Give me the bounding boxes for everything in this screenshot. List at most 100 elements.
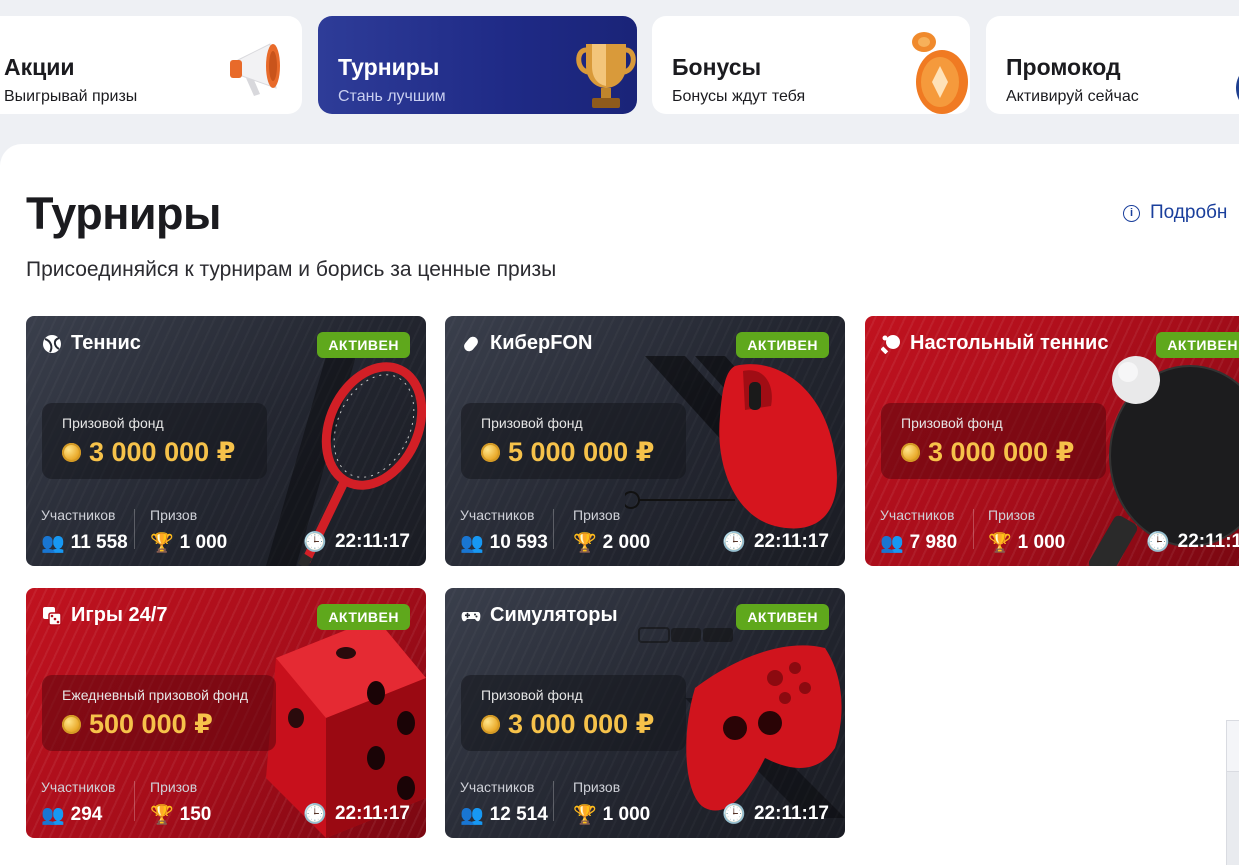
users-icon: 👥: [880, 533, 904, 554]
countdown-timer: 🕒 22:11:17: [722, 802, 829, 826]
prize-fund: Призовой фонд 3 000 000 ₽: [42, 403, 267, 479]
tournament-card-cyberfon[interactable]: КиберFON АКТИВЕН Призовой фонд 5 000 000…: [445, 316, 845, 566]
participants-count: 7 980: [909, 532, 958, 553]
participants-count: 12 514: [489, 804, 548, 825]
prize-fund-value: 3 000 000 ₽: [928, 437, 1075, 467]
status-badge: АКТИВЕН: [736, 332, 829, 358]
prize-fund-label: Призовой фонд: [62, 415, 164, 431]
megaphone-icon: [230, 43, 280, 96]
clock-icon: 🕒: [1146, 532, 1170, 553]
prizes-count: 1 000: [179, 532, 228, 553]
trophy-small-icon: 🏆: [573, 533, 597, 554]
page-subtitle: Присоединяйся к турнирам и борись за цен…: [26, 258, 557, 281]
category-subtitle: Бонусы ждут тебя: [672, 88, 806, 105]
category-title: Турниры: [338, 54, 440, 80]
divider: [553, 509, 554, 549]
category-title: Промокод: [1006, 54, 1121, 80]
participants-count: 294: [70, 804, 103, 825]
participants-count: 11 558: [70, 532, 128, 553]
tennis-ball-icon: [43, 334, 61, 353]
prizes-label: Призов: [988, 507, 1036, 523]
prizes-label: Призов: [573, 779, 621, 795]
category-title: Бонусы: [672, 54, 762, 80]
category-tournaments[interactable]: Турниры Стань лучшим: [318, 16, 637, 114]
timer-value: 22:11:17: [753, 531, 829, 552]
trophy-small-icon: 🏆: [150, 805, 174, 826]
trophy-small-icon: 🏆: [150, 533, 174, 554]
tournament-card-games-24-7[interactable]: Игры 24/7 АКТИВЕН Ежедневный призовой фо…: [26, 588, 426, 838]
scrollbar[interactable]: [1226, 720, 1239, 865]
category-promotions[interactable]: Акции Выигрывай призы: [0, 16, 302, 114]
participants-stat: Участников 👥 7 980: [880, 507, 957, 555]
prizes-label: Призов: [150, 779, 198, 795]
prizes-stat: Призов 🏆 1 000: [988, 507, 1065, 555]
details-link-label: Подробн: [1150, 202, 1228, 223]
tournament-card-table-tennis[interactable]: Настольный теннис АКТИВЕН Призовой фонд …: [865, 316, 1239, 566]
status-badge: АКТИВЕН: [317, 604, 410, 630]
prize-fund-value: 3 000 000 ₽: [508, 709, 655, 739]
clock-icon: 🕒: [303, 532, 327, 553]
details-link[interactable]: i Подробн: [1123, 202, 1227, 224]
card-title: Настольный теннис: [910, 332, 1109, 354]
prize-fund: Ежедневный призовой фонд 500 000 ₽: [42, 675, 276, 751]
prize-fund: Призовой фонд 5 000 000 ₽: [461, 403, 686, 479]
participants-label: Участников: [460, 507, 535, 523]
participants-count: 10 593: [489, 532, 548, 553]
prize-fund: Призовой фонд 3 000 000 ₽: [461, 675, 686, 751]
clock-icon: 🕒: [722, 804, 746, 825]
participants-label: Участников: [41, 507, 116, 523]
divider: [134, 781, 135, 821]
coin-icon: [62, 715, 81, 734]
prizes-count: 2 000: [602, 532, 651, 553]
participants-stat: Участников 👥 294: [41, 779, 115, 827]
countdown-timer: 🕒 22:11:17: [303, 802, 410, 826]
participants-label: Участников: [460, 779, 535, 795]
page-title: Турниры: [26, 188, 221, 239]
category-title: Акции: [4, 54, 75, 80]
card-title: Симуляторы: [490, 604, 618, 626]
status-badge: АКТИВЕН: [317, 332, 410, 358]
coin-icon: [912, 32, 968, 114]
prize-fund-value: 500 000 ₽: [89, 709, 213, 739]
gamepad-icon: [461, 611, 481, 621]
category-bonuses[interactable]: Бонусы Бонусы ждут тебя: [652, 16, 970, 114]
prize-fund-label: Призовой фонд: [901, 415, 1003, 431]
prize-fund-label: Призовой фонд: [481, 687, 583, 703]
prizes-label: Призов: [150, 507, 198, 523]
users-icon: 👥: [41, 533, 65, 554]
participants-label: Участников: [41, 779, 116, 795]
info-icon: i: [1123, 204, 1140, 222]
clock-icon: 🕒: [722, 532, 746, 553]
timer-value: 22:11:17: [753, 803, 829, 824]
clock-icon: 🕒: [303, 804, 327, 825]
ping-pong-icon: [881, 334, 900, 354]
timer-value: 22:11:17: [1177, 531, 1239, 552]
countdown-timer: 🕒 22:11:17: [303, 530, 410, 554]
prizes-stat: Призов 🏆 1 000: [573, 779, 650, 827]
status-badge: АКТИВЕН: [1156, 332, 1239, 358]
prizes-stat: Призов 🏆 150: [150, 779, 211, 827]
divider: [973, 509, 974, 549]
users-icon: 👥: [41, 805, 65, 826]
prizes-count: 150: [179, 804, 212, 825]
tournament-card-tennis[interactable]: Теннис АКТИВЕН Призовой фонд 3 000 000 ₽…: [26, 316, 426, 566]
card-title: КиберFON: [490, 332, 593, 354]
mouse-icon: [464, 336, 478, 351]
status-badge: АКТИВЕН: [736, 604, 829, 630]
trophy-icon: [576, 44, 636, 108]
card-title: Игры 24/7: [71, 604, 168, 626]
coin-icon: [481, 715, 500, 734]
tournament-card-simulators[interactable]: Симуляторы АКТИВЕН Призовой фонд 3 000 0…: [445, 588, 845, 838]
promo-icon: [1236, 76, 1239, 100]
prizes-stat: Призов 🏆 2 000: [573, 507, 650, 555]
users-icon: 👥: [460, 805, 484, 826]
prize-fund-label: Призовой фонд: [481, 415, 583, 431]
category-promocode[interactable]: Промокод Активируй сейчас: [986, 16, 1239, 114]
category-bar: Акции Выигрывай призы Турниры Стань лучш…: [0, 0, 1239, 150]
countdown-timer: 🕒 22:11:17: [722, 530, 829, 554]
scrollbar-thumb[interactable]: [1227, 771, 1239, 865]
timer-value: 22:11:17: [334, 531, 410, 552]
prizes-label: Призов: [573, 507, 621, 523]
coin-icon: [481, 443, 500, 462]
prize-fund: Призовой фонд 3 000 000 ₽: [881, 403, 1106, 479]
